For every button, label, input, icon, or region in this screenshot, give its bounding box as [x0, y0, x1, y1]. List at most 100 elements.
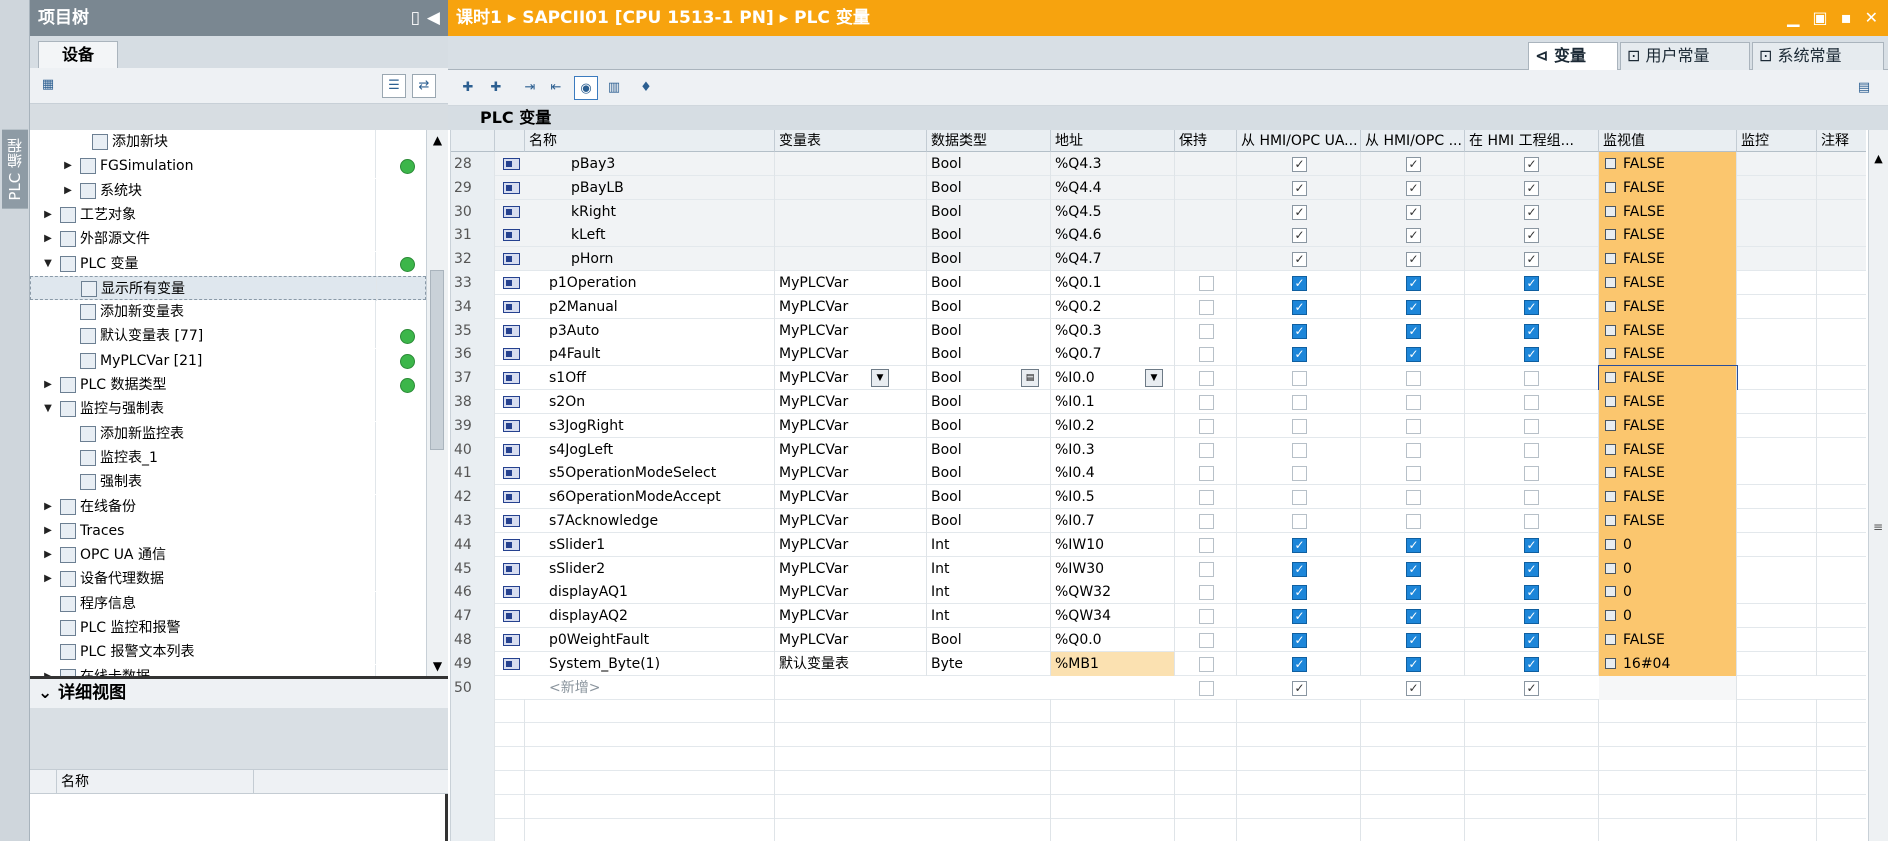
expand-icon[interactable]: ▶ — [62, 154, 74, 178]
retain-checkbox[interactable] — [1199, 323, 1214, 339]
hmi-accessible-checkbox[interactable] — [1292, 514, 1307, 529]
retain-checkbox[interactable] — [1199, 347, 1214, 363]
row-number[interactable]: 38 — [451, 390, 495, 414]
monitor-cell[interactable] — [1737, 580, 1817, 605]
tag-table-cell[interactable]: 默认变量表 — [775, 651, 927, 676]
tag-table-cell[interactable]: MyPLCVar — [775, 485, 927, 510]
monitor-value-cell[interactable]: 0 — [1599, 604, 1737, 629]
column-header[interactable]: 在 HMI 工程组... — [1465, 130, 1599, 152]
table-row[interactable]: 47 displayAQ2 MyPLCVar Int %QW34 0 ✓ ✓ ✓ — [451, 604, 1866, 629]
table-row[interactable]: 44 sSlider1 MyPLCVar Int %IW10 0 ✓ ✓ ✓ — [451, 532, 1866, 557]
row-number[interactable]: 45 — [451, 556, 495, 581]
tag-table-cell[interactable]: MyPLCVar — [775, 556, 927, 581]
tag-table-cell[interactable]: MyPLCVar — [775, 509, 927, 533]
column-header[interactable]: 变量表 — [775, 130, 927, 152]
hmi-visible-checkbox[interactable]: ✓ — [1524, 323, 1539, 339]
row-number-header[interactable] — [451, 130, 495, 152]
hmi-visible-checkbox[interactable]: ✓ — [1524, 633, 1539, 648]
address-cell[interactable]: %Q4.3 — [1051, 152, 1175, 176]
monitor-cell[interactable] — [1737, 413, 1817, 438]
hmi-accessible-checkbox[interactable]: ✓ — [1292, 157, 1307, 172]
retain-checkbox[interactable] — [1199, 514, 1214, 529]
row-number[interactable]: 34 — [451, 294, 495, 319]
hmi-visible-checkbox[interactable]: ✓ — [1524, 252, 1539, 268]
tag-name-cell[interactable]: p0WeightFault — [525, 628, 775, 652]
address-cell[interactable]: %Q0.2 — [1051, 294, 1175, 319]
data-type-cell[interactable]: Bool — [927, 390, 1051, 414]
tree-item[interactable]: 默认变量表 [77] — [30, 324, 426, 349]
expand-icon[interactable]: ▶ — [62, 179, 74, 203]
retain-checkbox[interactable] — [1199, 656, 1214, 672]
monitor-cell[interactable] — [1737, 366, 1817, 391]
hmi-accessible-checkbox[interactable]: ✓ — [1292, 228, 1307, 244]
hmi-accessible-checkbox[interactable]: ✓ — [1292, 633, 1307, 648]
monitor-value-cell[interactable]: FALSE — [1599, 342, 1737, 367]
address-dropdown-icon[interactable]: ▼ — [1145, 369, 1163, 388]
monitor-cell[interactable] — [1737, 294, 1817, 319]
tree-item[interactable]: ▶ 在线卡数据 — [30, 664, 426, 676]
scroll-grip-icon[interactable]: ≡ — [1873, 520, 1883, 534]
column-header[interactable]: 监控 — [1737, 130, 1817, 152]
tag-table-cell[interactable]: MyPLCVar — [775, 294, 927, 319]
column-header[interactable]: 数据类型 — [927, 130, 1051, 152]
table-dropdown-icon[interactable]: ▼ — [871, 369, 889, 388]
data-type-cell[interactable]: Bool — [927, 294, 1051, 319]
data-type-cell[interactable]: Bool — [927, 175, 1051, 200]
address-cell[interactable]: %MB1 — [1051, 651, 1175, 676]
hmi-accessible-checkbox[interactable]: ✓ — [1292, 680, 1307, 696]
retain-checkbox[interactable] — [1199, 395, 1214, 410]
hmi-writable-checkbox[interactable]: ✓ — [1406, 299, 1421, 315]
comment-cell[interactable] — [1817, 271, 1866, 295]
tree-item[interactable]: 添加新块 — [30, 130, 426, 154]
hmi-visible-checkbox[interactable]: ✓ — [1524, 680, 1539, 696]
tag-table-cell[interactable]: MyPLCVar — [775, 580, 927, 605]
monitor-cell[interactable] — [1737, 223, 1817, 248]
monitor-cell[interactable] — [1737, 509, 1817, 533]
tree-item[interactable]: ▶ OPC UA 通信 — [30, 543, 426, 568]
hmi-writable-checkbox[interactable]: ✓ — [1406, 323, 1421, 339]
data-type-cell[interactable]: Bool — [927, 247, 1051, 272]
retain-checkbox[interactable] — [1199, 561, 1214, 577]
hmi-writable-checkbox[interactable]: ✓ — [1406, 633, 1421, 648]
tag-name-cell[interactable]: System_Byte(1) — [525, 651, 775, 676]
comment-cell[interactable] — [1817, 557, 1866, 581]
comment-cell[interactable] — [1817, 342, 1866, 366]
sync-icon[interactable]: ⇄ — [412, 74, 436, 98]
hmi-accessible-checkbox[interactable] — [1292, 418, 1307, 434]
comment-cell[interactable] — [1817, 223, 1866, 247]
comment-cell[interactable] — [1817, 533, 1866, 557]
retain-checkbox[interactable] — [1199, 276, 1214, 291]
monitor-cell[interactable] — [1737, 556, 1817, 581]
column-header[interactable]: 注释 — [1817, 130, 1866, 152]
monitor-value-cell[interactable]: FALSE — [1599, 390, 1737, 414]
address-cell[interactable]: %Q0.3 — [1051, 318, 1175, 343]
address-cell[interactable]: %I0.1 — [1051, 390, 1175, 414]
row-number[interactable]: 33 — [451, 271, 495, 295]
table-row[interactable]: 34 p2Manual MyPLCVar Bool %Q0.2 FALSE ✓ ✓ ✓ — [451, 294, 1866, 319]
expand-icon[interactable]: ▶ — [42, 519, 54, 543]
row-number[interactable]: 29 — [451, 175, 495, 200]
hmi-visible-checkbox[interactable]: ✓ — [1524, 585, 1539, 601]
monitor-cell[interactable] — [1737, 318, 1817, 343]
expand-icon[interactable]: ▶ — [42, 665, 54, 676]
table-row[interactable]: 43 s7Acknowledge MyPLCVar Bool %I0.7 FALSE — [451, 509, 1866, 533]
collapse-icon[interactable]: ▼ — [42, 397, 54, 421]
monitor-cell[interactable] — [1737, 342, 1817, 367]
tree-item[interactable]: 添加新监控表 — [30, 421, 426, 446]
address-cell[interactable]: %Q4.5 — [1051, 199, 1175, 224]
address-cell[interactable]: %I0.2 — [1051, 413, 1175, 438]
tag-name-cell[interactable]: p2Manual — [525, 294, 775, 319]
data-type-cell[interactable]: Bool — [927, 318, 1051, 343]
comment-cell[interactable] — [1817, 509, 1866, 533]
expand-icon[interactable]: ▶ — [42, 567, 54, 591]
table-row[interactable]: 32 pHorn Bool %Q4.7 FALSE ✓ ✓ ✓ — [451, 247, 1866, 272]
hmi-accessible-checkbox[interactable]: ✓ — [1292, 609, 1307, 625]
tree-item[interactable]: ▶ 工艺对象 — [30, 202, 426, 227]
hmi-writable-checkbox[interactable]: ✓ — [1406, 609, 1421, 625]
scroll-up-icon[interactable]: ▲ — [1869, 152, 1888, 170]
row-number[interactable]: 46 — [451, 580, 495, 605]
tag-icon-header[interactable] — [495, 130, 525, 152]
hmi-writable-checkbox[interactable]: ✓ — [1406, 252, 1421, 268]
monitor-value-cell[interactable]: FALSE — [1599, 175, 1737, 200]
data-type-cell[interactable]: Bool — [927, 152, 1051, 176]
